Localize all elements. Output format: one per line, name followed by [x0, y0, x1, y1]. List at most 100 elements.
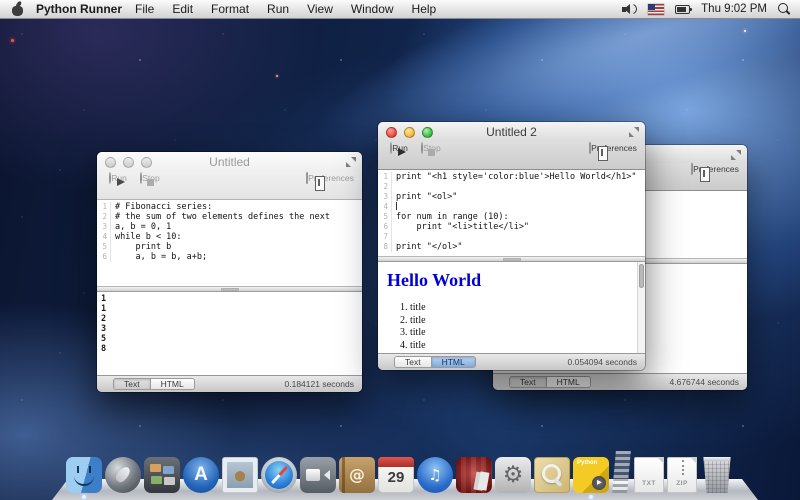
dock-icon-label: ZIP: [668, 480, 696, 487]
facetime-icon[interactable]: [300, 457, 336, 493]
menu-item[interactable]: Help: [403, 2, 446, 16]
apple-menu-icon[interactable]: [12, 3, 23, 16]
minimize-button[interactable]: [123, 157, 134, 168]
html-mode-button[interactable]: HTML: [546, 377, 590, 387]
zip-document-icon[interactable]: ZIP: [667, 457, 697, 493]
html-mode-button[interactable]: HTML: [150, 379, 194, 389]
app-store-icon[interactable]: [183, 457, 219, 493]
code-row: 6 print "<li>title</li>": [378, 222, 645, 232]
zoom-button[interactable]: [141, 157, 152, 168]
volume-icon[interactable]: [622, 3, 637, 15]
menu-item[interactable]: Run: [258, 2, 298, 16]
battery-icon[interactable]: [675, 5, 690, 14]
code-line: print "<li>title</li>": [392, 222, 529, 232]
list-item: title: [410, 315, 645, 328]
menu-item[interactable]: View: [298, 2, 342, 16]
code-editor[interactable]: 1# Fibonacci series:2# the sum of two el…: [97, 200, 362, 286]
code-line: # the sum of two elements defines the ne…: [111, 212, 330, 222]
itunes-icon[interactable]: [417, 457, 453, 493]
preferences-icon[interactable]: [691, 163, 693, 175]
scrollbar-track[interactable]: [637, 262, 645, 353]
address-book-icon[interactable]: [339, 457, 375, 493]
code-line: print "<ol>": [392, 192, 457, 202]
traffic-lights: [386, 127, 433, 138]
pink-star: [276, 75, 278, 77]
menu-bar: Python Runner FileEditFormatRunViewWindo…: [0, 0, 800, 19]
code-row: 3a, b = 0, 1: [97, 222, 362, 232]
python-runner-icon[interactable]: Python: [573, 457, 609, 493]
close-button[interactable]: [105, 157, 116, 168]
menu-item[interactable]: Format: [202, 2, 258, 16]
line-number: 5: [97, 242, 111, 252]
line-number: 1: [378, 172, 392, 182]
system-preferences-icon[interactable]: [495, 457, 531, 493]
fullscreen-icon[interactable]: [346, 157, 356, 167]
mail-icon[interactable]: [222, 457, 258, 493]
code-row: 4while b < 10:: [97, 232, 362, 242]
text-mode-button[interactable]: Text: [114, 379, 150, 389]
fullscreen-icon[interactable]: [731, 150, 741, 160]
code-editor[interactable]: 1print "<h1 style='color:blue'>Hello Wor…: [378, 170, 645, 256]
view-mode-segmented-control: Text HTML: [509, 376, 591, 388]
stop-button-group[interactable]: Stop: [136, 173, 164, 183]
preferences-icon[interactable]: [306, 172, 308, 184]
line-number: 7: [378, 232, 392, 242]
ical-icon[interactable]: 29: [378, 457, 414, 493]
preferences-button-group[interactable]: Preferences: [688, 164, 742, 174]
photo-booth-icon[interactable]: [456, 457, 492, 493]
html-output-pane[interactable]: Hello World titletitletitletitletitletit…: [378, 262, 645, 353]
spotlight-icon[interactable]: [778, 3, 790, 15]
line-number: 2: [97, 212, 111, 222]
safari-icon[interactable]: [261, 457, 297, 493]
text-mode-button[interactable]: Text: [510, 377, 546, 387]
code-row: 2: [378, 182, 645, 192]
scrollbar-thumb[interactable]: [639, 264, 644, 288]
preferences-button-group[interactable]: Preferences: [303, 173, 357, 183]
line-number: 3: [97, 222, 111, 232]
menu-item[interactable]: Edit: [163, 2, 202, 16]
status-bar: Text HTML 0.184121 seconds: [97, 375, 362, 392]
minimize-button[interactable]: [404, 127, 415, 138]
run-button-group[interactable]: Run: [104, 173, 132, 183]
app-menu[interactable]: Python Runner: [36, 2, 122, 16]
toolbar: Run Stop Preferences: [378, 142, 645, 170]
close-button[interactable]: [386, 127, 397, 138]
divider-icon[interactable]: [612, 451, 631, 493]
menu-clock[interactable]: Thu 9:02 PM: [701, 3, 767, 15]
menu-status-area: Thu 9:02 PM: [622, 3, 800, 15]
line-number: 3: [378, 192, 392, 202]
preview-icon[interactable]: [534, 457, 570, 493]
output-pane[interactable]: 112358: [97, 292, 362, 375]
code-row: 6 a, b = b, a+b;: [97, 252, 362, 262]
menu-item[interactable]: Window: [342, 2, 403, 16]
preferences-button-group[interactable]: Preferences: [586, 143, 640, 153]
list-item: title: [410, 340, 645, 353]
titlebar[interactable]: Untitled: [97, 152, 362, 172]
rendered-ordered-list: titletitletitletitletitletitle: [388, 302, 645, 353]
finder-icon[interactable]: [66, 457, 102, 493]
status-bar: Text HTML 0.054094 seconds: [378, 353, 645, 370]
dock-icon-label: TXT: [635, 480, 663, 487]
fullscreen-icon[interactable]: [629, 127, 639, 137]
launchpad-icon[interactable]: [105, 457, 141, 493]
menu-item[interactable]: File: [126, 2, 163, 16]
line-number: 6: [97, 252, 111, 262]
bright-star: [744, 30, 746, 32]
trash-icon[interactable]: [700, 457, 734, 493]
output-line: 8: [101, 344, 362, 354]
dock-icons: 29 Python TXT ZIP: [66, 451, 734, 493]
titlebar[interactable]: Untitled 2: [378, 122, 645, 142]
txt-document-icon[interactable]: TXT: [634, 457, 664, 493]
code-line: for num in range (10):: [392, 212, 509, 222]
view-mode-segmented-control: Text HTML: [113, 378, 195, 390]
traffic-lights: [105, 157, 152, 168]
mission-control-icon[interactable]: [144, 457, 180, 493]
us-flag-icon[interactable]: [648, 4, 664, 15]
preferences-icon[interactable]: [589, 142, 591, 154]
zoom-button[interactable]: [422, 127, 433, 138]
run-button-group[interactable]: Run: [385, 143, 413, 153]
stop-button-group[interactable]: Stop: [417, 143, 445, 153]
text-mode-button[interactable]: Text: [395, 357, 431, 367]
code-row: 1# Fibonacci series:: [97, 202, 362, 212]
html-mode-button[interactable]: HTML: [431, 357, 475, 367]
